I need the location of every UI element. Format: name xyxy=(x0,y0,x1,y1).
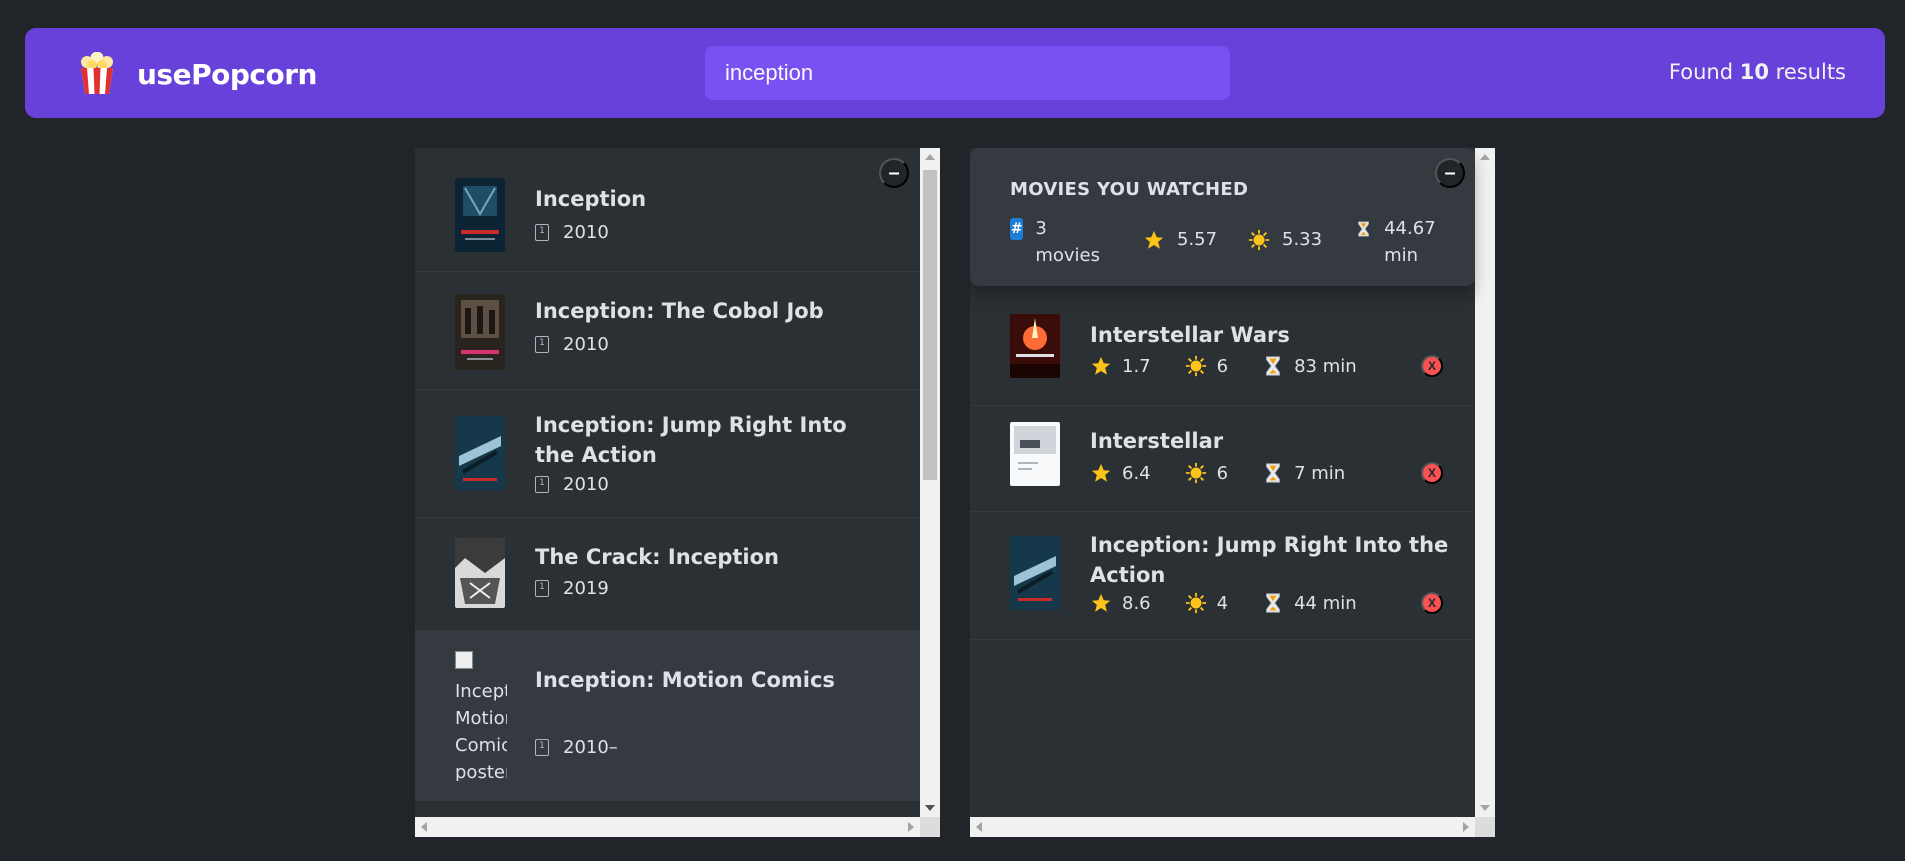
hourglass-icon xyxy=(1358,221,1369,237)
watched-stats: 8.6 4 44 min xyxy=(1090,592,1391,614)
scroll-down-icon[interactable] xyxy=(1480,805,1490,811)
navbar: usePopcorn Found 10 results xyxy=(25,28,1885,118)
results-suffix: results xyxy=(1775,60,1846,84)
collapse-toggle-button[interactable]: – xyxy=(879,158,909,188)
movie-title: Inception: Motion Comics xyxy=(535,668,835,692)
logo: usePopcorn xyxy=(77,52,317,96)
scrollbar-corner xyxy=(1475,817,1495,837)
movie-year: 1 2010 xyxy=(535,222,609,243)
watched-item[interactable]: Interstellar Wars 1.7 6 83 min X xyxy=(970,300,1475,406)
watched-stats: 6.4 6 7 min xyxy=(1090,462,1379,484)
list-item[interactable]: Inception: The Cobol Job 1 2010 xyxy=(415,272,920,390)
watched-stats: 1.7 6 83 min xyxy=(1090,355,1391,377)
movie-year: 1 2010– xyxy=(535,737,618,758)
list-item[interactable]: Inception 1 2010 xyxy=(415,148,920,272)
summary-runtime: 44.67 min xyxy=(1355,215,1455,269)
scroll-up-icon[interactable] xyxy=(925,154,935,160)
movie-year: 1 2010 xyxy=(535,334,609,355)
results-number: 10 xyxy=(1739,60,1769,84)
watched-summary: MOVIES YOU WATCHED # 3 movies 5.57 5.33 … xyxy=(970,148,1475,286)
movie-year: 1 2019 xyxy=(535,578,609,599)
horizontal-scrollbar[interactable] xyxy=(415,817,920,837)
summary-imdb-rating: 5.57 xyxy=(1143,226,1217,253)
summary-heading: MOVIES YOU WATCHED xyxy=(1010,179,1249,200)
horizontal-scrollbar[interactable] xyxy=(970,817,1475,837)
scroll-down-icon[interactable] xyxy=(925,805,935,811)
summary-user-rating: 5.33 xyxy=(1248,226,1322,253)
scroll-right-icon[interactable] xyxy=(908,822,914,832)
collapse-toggle-button[interactable]: – xyxy=(1435,158,1465,188)
watched-item[interactable]: Interstellar 6.4 6 7 min X xyxy=(970,406,1475,512)
hourglass-icon xyxy=(1266,593,1280,613)
sparkle-icon xyxy=(1185,355,1206,377)
sparkle-icon xyxy=(1185,592,1206,614)
runtime: 44 min xyxy=(1262,592,1357,614)
popcorn-icon xyxy=(81,52,113,94)
sparkle-icon xyxy=(1185,462,1206,484)
movie-poster xyxy=(1010,422,1060,486)
calendar-icon: 1 xyxy=(535,336,549,353)
scrollbar-thumb[interactable] xyxy=(923,170,937,480)
movie-year: 1 2010 xyxy=(535,474,609,495)
watched-title: Interstellar xyxy=(1090,429,1224,453)
watched-item[interactable]: Inception: Jump Right Into the Action 8.… xyxy=(970,512,1475,640)
scrollbar-corner xyxy=(920,817,940,837)
app-name: usePopcorn xyxy=(137,57,317,91)
watched-box: MOVIES YOU WATCHED # 3 movies 5.57 5.33 … xyxy=(970,148,1495,837)
hourglass-icon xyxy=(1266,463,1280,483)
broken-image-icon xyxy=(455,651,473,669)
results-count: Found 10 results xyxy=(1669,60,1846,84)
calendar-icon: 1 xyxy=(535,476,549,493)
imdb-rating: 6.4 xyxy=(1090,462,1151,484)
user-rating: 6 xyxy=(1185,355,1228,377)
movie-poster xyxy=(455,178,505,252)
user-rating: 6 xyxy=(1185,462,1228,484)
movie-poster: Inception: Motion Comics poster xyxy=(455,651,507,781)
results-prefix: Found xyxy=(1668,60,1734,84)
delete-button[interactable]: X xyxy=(1421,592,1443,614)
scroll-up-icon[interactable] xyxy=(1480,154,1490,160)
calendar-icon: 1 xyxy=(535,580,549,597)
imdb-rating: 1.7 xyxy=(1090,355,1151,377)
movie-poster xyxy=(1010,314,1060,378)
search-results-box: Inception 1 2010 Inception: The Cobol Jo… xyxy=(415,148,940,837)
vertical-scrollbar[interactable] xyxy=(920,148,940,817)
list-item[interactable]: Inception: Motion Comics poster Inceptio… xyxy=(415,631,920,801)
watched-title: Inception: Jump Right Into the Action xyxy=(1090,533,1449,587)
scroll-left-icon[interactable] xyxy=(421,822,427,832)
delete-button[interactable]: X xyxy=(1421,355,1443,377)
movie-poster xyxy=(455,294,505,370)
calendar-icon: 1 xyxy=(535,224,549,241)
movie-list: Inception 1 2010 Inception: The Cobol Jo… xyxy=(415,148,920,817)
runtime: 83 min xyxy=(1262,355,1357,377)
movie-poster xyxy=(455,416,505,490)
watched-title: Interstellar Wars xyxy=(1090,323,1290,347)
vertical-scrollbar[interactable] xyxy=(1475,148,1495,817)
list-item[interactable]: Inception: Jump Right Into the Action 1 … xyxy=(415,390,920,518)
sparkle-icon xyxy=(1248,229,1270,251)
movie-title: Inception: Jump Right Into the Action xyxy=(535,413,847,467)
star-icon xyxy=(1144,230,1164,249)
delete-button[interactable]: X xyxy=(1421,462,1443,484)
user-rating: 4 xyxy=(1185,592,1228,614)
hourglass-icon xyxy=(1266,356,1280,376)
movie-title: The Crack: Inception xyxy=(535,545,779,569)
movie-poster xyxy=(1010,536,1060,610)
calendar-icon: 1 xyxy=(535,739,549,756)
imdb-rating: 8.6 xyxy=(1090,592,1151,614)
list-item[interactable]: The Crack: Inception 1 2019 xyxy=(415,518,920,631)
star-icon xyxy=(1091,463,1111,482)
star-icon xyxy=(1091,356,1111,375)
movie-title: Inception: The Cobol Job xyxy=(535,299,824,323)
scroll-left-icon[interactable] xyxy=(976,822,982,832)
movie-title: Inception xyxy=(535,187,647,211)
scroll-right-icon[interactable] xyxy=(1463,822,1469,832)
runtime: 7 min xyxy=(1262,462,1345,484)
movie-poster xyxy=(455,538,505,608)
search-input[interactable] xyxy=(705,46,1230,100)
star-icon xyxy=(1091,593,1111,612)
hash-icon: # xyxy=(1010,218,1024,240)
summary-count: # 3 movies xyxy=(1010,218,1101,266)
